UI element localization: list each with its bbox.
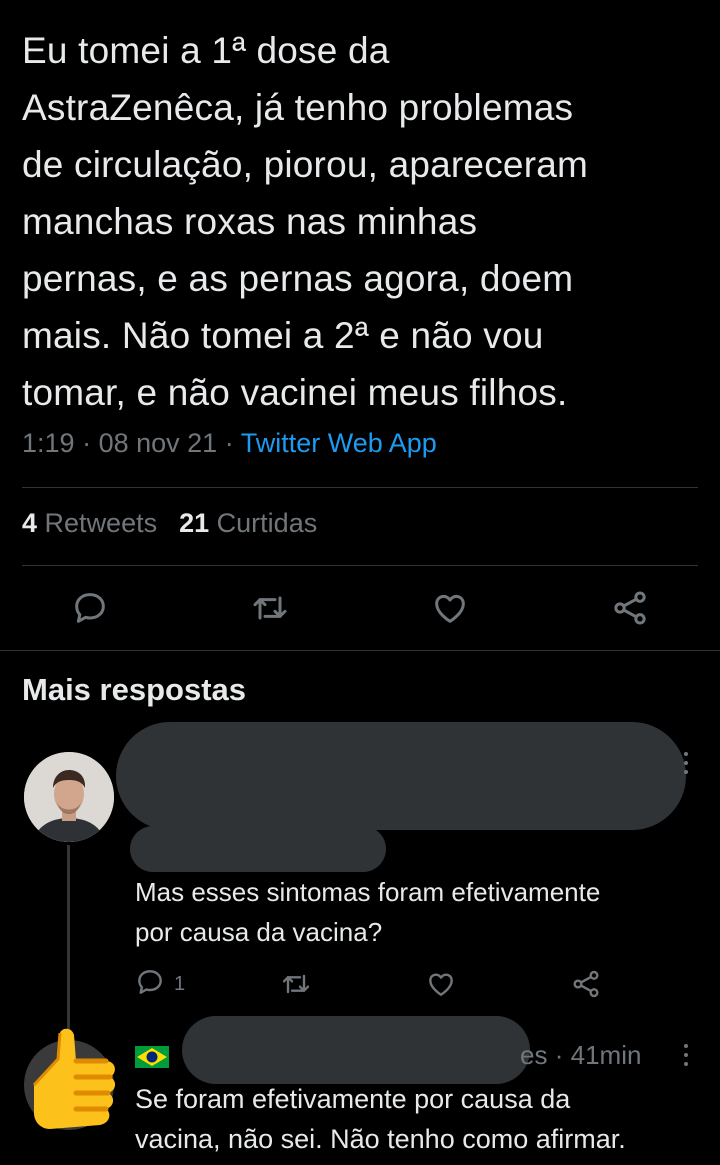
more-options-icon[interactable]: [682, 752, 690, 779]
retweet-icon[interactable]: [250, 588, 290, 628]
divider: [22, 565, 698, 566]
tweet-time[interactable]: 1:19: [22, 428, 75, 458]
tweet-stats: 4 Retweets 21 Curtidas: [22, 508, 317, 539]
reply-count: 1: [174, 972, 186, 995]
likes-stat[interactable]: 21 Curtidas: [179, 508, 317, 538]
divider: [22, 487, 698, 488]
reply-icon: [134, 966, 166, 1003]
tweet-source-app[interactable]: Twitter Web App: [241, 428, 437, 458]
handle-fragment: es: [520, 1040, 548, 1070]
tweet-action-bar: [0, 588, 720, 632]
divider: [0, 650, 720, 651]
meta-separator: ·: [554, 1040, 564, 1070]
share-icon[interactable]: [610, 588, 650, 628]
likes-label: Curtidas: [216, 508, 318, 538]
thumbs-up-emoji-icon: [32, 1028, 116, 1129]
tweet-date[interactable]: 08 nov 21: [99, 428, 218, 458]
like-icon[interactable]: [430, 588, 470, 628]
reply-action-bar: 1: [0, 966, 720, 1006]
reply-time[interactable]: 41min: [571, 1040, 642, 1070]
reply-text: Se foram efetivamente por causa da vacin…: [135, 1084, 626, 1154]
likes-count: 21: [179, 508, 210, 538]
avatar[interactable]: [24, 752, 114, 842]
retweets-count: 4: [22, 508, 38, 538]
retweets-label: Retweets: [44, 508, 158, 538]
more-options-icon[interactable]: [682, 1044, 690, 1071]
like-icon[interactable]: [425, 966, 457, 1002]
redacted-username: [116, 722, 686, 830]
share-icon[interactable]: [570, 966, 602, 1002]
redacted-username: [182, 1016, 530, 1084]
meta-separator: ·: [82, 428, 92, 458]
meta-separator: ·: [224, 428, 234, 458]
tweet-meta: 1:19 · 08 nov 21 · Twitter Web App: [22, 428, 437, 459]
retweet-icon[interactable]: [280, 966, 312, 1002]
reply-button[interactable]: 1: [134, 966, 185, 1002]
retweets-stat[interactable]: 4 Retweets: [22, 508, 157, 538]
reply-icon[interactable]: [70, 588, 110, 628]
tweet-text: Eu tomei a 1ª dose da AstraZenêca, já te…: [22, 30, 589, 413]
reply-text: Mas esses sintomas foram efetivamente po…: [135, 877, 601, 947]
reply-header-meta: es · 41min: [520, 1040, 641, 1071]
more-replies-heading: Mais respostas: [22, 672, 246, 707]
brazil-flag-icon: [135, 1046, 169, 1068]
redacted-reply-context: [130, 826, 386, 872]
